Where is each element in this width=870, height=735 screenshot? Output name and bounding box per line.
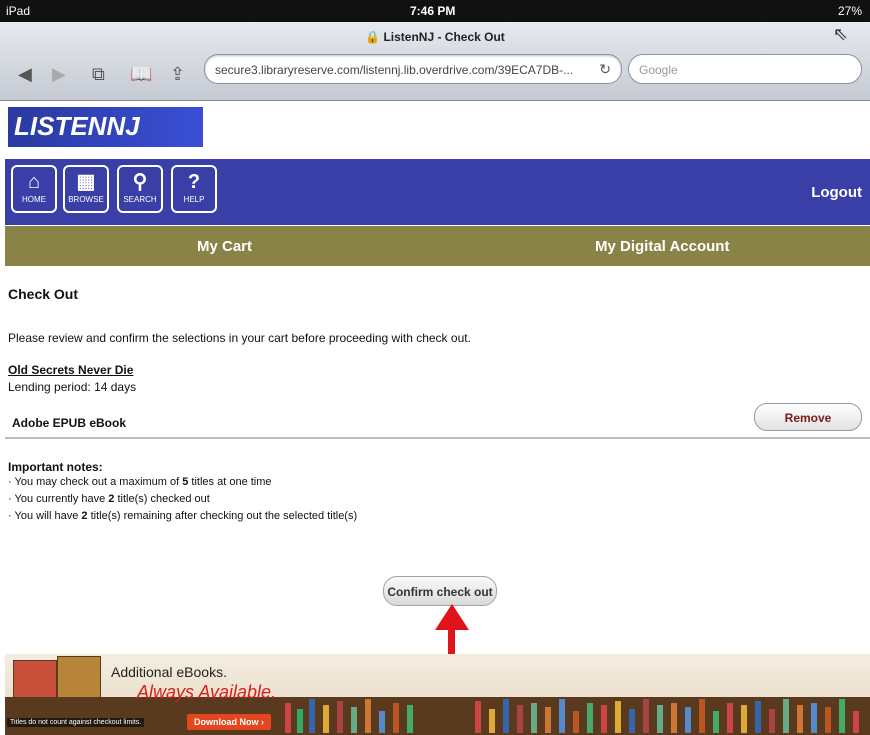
note-max-titles: · You may check out a maximum of 5 title… — [8, 476, 272, 488]
tabs-icon[interactable]: ⧉ — [92, 64, 105, 85]
address-bar[interactable]: secure3.libraryreserve.com/listennj.lib.… — [204, 54, 622, 84]
book-title-link[interactable]: Old Secrets Never Die — [8, 363, 133, 377]
battery-level: 27% — [837, 4, 862, 18]
page-title: Check Out — [8, 286, 79, 302]
pointer-icon: ⇖ — [832, 24, 848, 44]
book-spine — [713, 711, 719, 733]
book-icon: ▦ — [76, 171, 96, 193]
banner-fine-print: Titles do not count against checkout lim… — [7, 718, 145, 727]
book-spine — [755, 701, 761, 733]
divider — [5, 437, 870, 439]
book-spine — [783, 699, 789, 733]
book-spine — [531, 703, 537, 733]
notes-title: Important notes: — [8, 460, 103, 474]
search-button[interactable]: ⚲ SEARCH — [117, 165, 163, 213]
sub-navbar: My Cart My Digital Account — [5, 226, 870, 266]
book-spine — [489, 709, 495, 733]
book-spine — [811, 703, 817, 733]
book-spine — [351, 707, 357, 733]
tab-my-digital-account[interactable]: My Digital Account — [595, 238, 729, 255]
home-button[interactable]: ⌂ HOME — [11, 165, 57, 213]
home-icon: ⌂ — [27, 171, 41, 193]
help-button[interactable]: ? HELP — [171, 165, 217, 213]
book-spine — [657, 705, 663, 733]
book-spine — [685, 707, 691, 733]
book-spine — [337, 701, 343, 733]
note-remaining-checkouts: · You will have 2 title(s) remaining aft… — [8, 510, 358, 522]
tab-my-cart[interactable]: My Cart — [197, 238, 252, 255]
banner-tagline: Always Available. — [137, 682, 277, 702]
help-icon: ? — [187, 171, 201, 193]
search-placeholder: Google — [639, 63, 678, 77]
confirm-checkout-button[interactable]: Confirm check out — [383, 576, 497, 606]
book-spine — [297, 709, 303, 733]
book-spine — [559, 699, 565, 733]
book-spine — [573, 711, 579, 733]
logout-link[interactable]: Logout — [811, 184, 862, 201]
book-spine — [503, 699, 509, 733]
book-spine — [727, 703, 733, 733]
device-label: iPad — [6, 4, 31, 18]
book-spine — [407, 705, 413, 733]
book-spine — [601, 705, 607, 733]
listennj-logo[interactable]: LISTENNJ — [8, 107, 203, 147]
book-spine — [587, 703, 593, 733]
back-icon[interactable]: ◀ — [18, 64, 32, 85]
share-icon[interactable]: ⇪ — [170, 64, 185, 85]
book-spine — [741, 705, 747, 733]
search-field[interactable]: Google — [628, 54, 862, 84]
book-spine — [379, 711, 385, 733]
book-spine — [853, 711, 859, 733]
book-spine — [797, 705, 803, 733]
book-spine — [309, 699, 315, 733]
status-bar: iPad 7:46 PM 27% — [0, 0, 870, 22]
main-navbar: ⌂ HOME ▦ BROWSE ⚲ SEARCH ? HELP Logout — [5, 159, 870, 225]
book-spine — [615, 701, 621, 733]
book-format: Adobe EPUB eBook — [12, 416, 127, 430]
book-spine — [825, 707, 831, 733]
browser-page-title: 🔒 ListenNJ - Check Out — [365, 30, 505, 44]
book-spine — [475, 701, 481, 733]
note-current-checkouts: · You currently have 2 title(s) checked … — [8, 493, 210, 505]
book-spine — [699, 699, 705, 733]
book-spine — [545, 707, 551, 733]
reload-icon[interactable]: ↻ — [599, 61, 611, 78]
book-spine — [393, 703, 399, 733]
browse-button[interactable]: ▦ BROWSE — [63, 165, 109, 213]
book-spine — [643, 699, 649, 733]
lending-period: Lending period: 14 days — [8, 380, 137, 394]
book-spine — [517, 705, 523, 733]
book-spine — [671, 703, 677, 733]
book-spine — [323, 705, 329, 733]
clock: 7:46 PM — [410, 4, 456, 18]
url-text: secure3.libraryreserve.com/listennj.lib.… — [215, 63, 574, 77]
book-spine — [839, 699, 845, 733]
book-spine — [629, 709, 635, 733]
download-now-button[interactable]: Download Now › — [187, 714, 271, 730]
bookshelf-image — [5, 697, 870, 735]
bookmarks-icon[interactable]: 📖 — [130, 64, 152, 85]
book-spine — [769, 709, 775, 733]
ebook-promo-banner[interactable]: Additional eBooks. Always Available. Dow… — [5, 654, 870, 735]
search-icon: ⚲ — [132, 171, 148, 193]
banner-headline: Additional eBooks. — [111, 664, 227, 680]
checkout-intro: Please review and confirm the selections… — [8, 331, 471, 345]
book-spine — [365, 699, 371, 733]
remove-button[interactable]: Remove — [754, 403, 862, 431]
forward-icon[interactable]: ▶ — [52, 64, 66, 85]
book-spine — [285, 703, 291, 733]
browser-chrome: 🔒 ListenNJ - Check Out ◀ ▶ ⧉ 📖 ⇪ secure3… — [0, 22, 870, 101]
